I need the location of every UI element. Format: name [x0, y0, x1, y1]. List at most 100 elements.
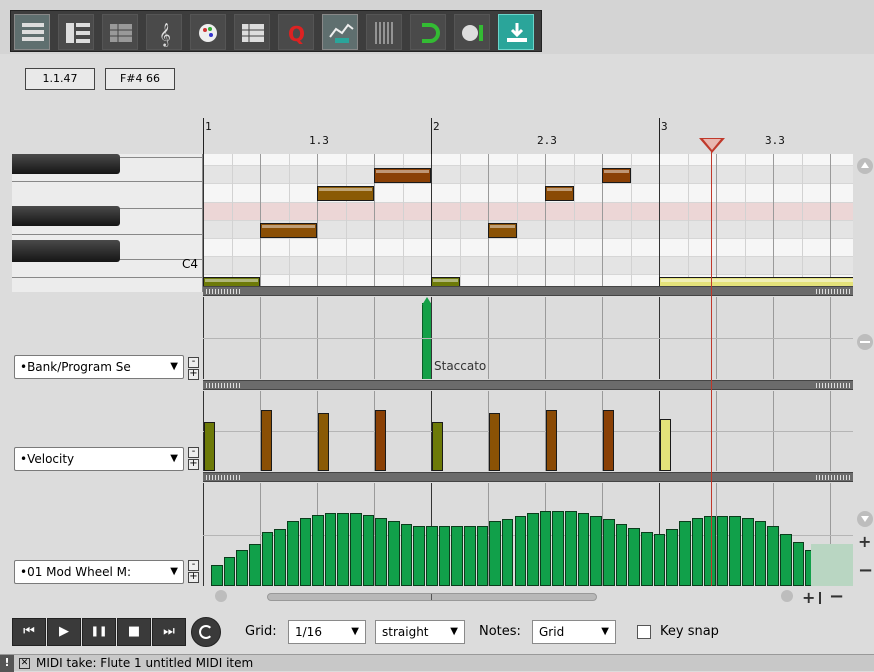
midi-note[interactable]	[374, 168, 431, 184]
midi-note[interactable]	[260, 222, 317, 238]
modwheel-bar[interactable]	[615, 523, 628, 586]
stop-button[interactable]: ■	[117, 618, 151, 646]
modwheel-bar[interactable]	[337, 513, 350, 586]
zoom-out-vertical-icon[interactable]: −	[858, 560, 873, 581]
modwheel-bar[interactable]	[425, 525, 438, 586]
midi-note[interactable]	[203, 277, 260, 286]
modwheel-bar[interactable]	[729, 516, 742, 586]
cc-curve-button[interactable]	[322, 14, 358, 50]
named-notes-view-button[interactable]	[58, 14, 94, 50]
filter-events-button[interactable]	[234, 14, 270, 50]
velocity-bar[interactable]	[660, 418, 671, 471]
scroll-left-icon[interactable]	[215, 590, 227, 602]
modwheel-bar[interactable]	[400, 523, 413, 586]
modwheel-bar[interactable]	[312, 515, 324, 586]
lane-collapse-icon[interactable]: -	[188, 560, 199, 571]
notation-view-button[interactable]: 𝄞	[146, 14, 182, 50]
modwheel-bar[interactable]	[375, 518, 388, 586]
modwheel-bar[interactable]	[742, 518, 754, 586]
modwheel-bar[interactable]	[704, 516, 716, 586]
midi-note[interactable]	[488, 222, 517, 238]
pitch-row[interactable]	[203, 239, 853, 258]
pitch-row[interactable]	[203, 257, 853, 276]
modwheel-bar[interactable]	[514, 516, 527, 586]
modwheel-bar[interactable]	[211, 565, 223, 586]
modwheel-bar[interactable]	[767, 525, 780, 586]
velocity-bar[interactable]	[375, 409, 386, 471]
lane-add-icon[interactable]: +	[188, 369, 199, 380]
midi-note[interactable]	[545, 186, 574, 202]
repeat-toggle-button[interactable]	[191, 617, 221, 647]
timeline-ruler[interactable]: 1 1.3 2 2.3 3 3.3	[203, 110, 853, 154]
velocity-bar[interactable]	[603, 409, 614, 471]
black-key[interactable]	[12, 240, 120, 262]
grid-select[interactable]: 1/16 ▼	[288, 620, 366, 644]
scroll-thumb[interactable]	[267, 593, 597, 601]
modwheel-bar[interactable]	[223, 556, 236, 586]
modwheel-bar[interactable]	[628, 527, 640, 586]
key-snap-checkbox[interactable]	[637, 625, 651, 639]
midi-note[interactable]	[659, 277, 853, 286]
velocity-lane-divider[interactable]	[203, 472, 853, 482]
modwheel-bar[interactable]	[451, 525, 463, 586]
piano-roll-view-button[interactable]	[14, 14, 50, 50]
velocity-lane-selector[interactable]: •Velocity ▼	[14, 447, 184, 471]
piano-roll-grid[interactable]	[203, 154, 853, 286]
modwheel-bar[interactable]	[590, 516, 603, 586]
modwheel-bar[interactable]	[299, 518, 312, 586]
modwheel-bar[interactable]	[413, 525, 425, 586]
pitch-row[interactable]	[203, 202, 853, 221]
modwheel-bar[interactable]	[754, 521, 767, 586]
modwheel-lane-selector[interactable]: •01 Mod Wheel M: ▼	[14, 560, 184, 584]
modwheel-bar[interactable]	[274, 528, 286, 586]
velocity-lane[interactable]	[203, 391, 853, 471]
modwheel-bar[interactable]	[236, 549, 248, 586]
play-button[interactable]: ▶	[47, 618, 81, 646]
bank-program-lane-selector[interactable]: •Bank/Program Se ▼	[14, 355, 184, 379]
show-all-takes-button[interactable]	[454, 14, 490, 50]
velocity-bar[interactable]	[318, 412, 329, 471]
modwheel-bar[interactable]	[539, 511, 552, 586]
velocity-bar[interactable]	[432, 421, 443, 471]
event-list-view-button[interactable]	[102, 14, 138, 50]
velocity-bar[interactable]	[489, 412, 500, 471]
step-input-button[interactable]	[498, 14, 534, 50]
modwheel-bar[interactable]	[350, 513, 362, 586]
notes-select[interactable]: Grid ▼	[532, 620, 616, 644]
midi-note[interactable]	[602, 168, 631, 184]
modwheel-lane[interactable]	[203, 483, 853, 586]
modwheel-bar[interactable]	[716, 516, 729, 586]
modwheel-bar[interactable]	[286, 521, 299, 586]
close-take-icon[interactable]: ✕	[19, 658, 30, 669]
lane-collapse-icon[interactable]: -	[188, 447, 199, 458]
velocity-bar[interactable]	[204, 421, 215, 471]
black-key[interactable]	[12, 154, 120, 174]
modwheel-bar[interactable]	[261, 531, 274, 586]
modwheel-bar[interactable]	[362, 515, 375, 586]
modwheel-bar[interactable]	[691, 518, 704, 586]
grid-lines-button[interactable]	[366, 14, 402, 50]
bank-program-lane[interactable]: Staccato	[203, 297, 853, 379]
modwheel-bar[interactable]	[552, 511, 565, 586]
lane-add-icon[interactable]: +	[188, 459, 199, 470]
modwheel-bar[interactable]	[388, 521, 400, 586]
pitch-row[interactable]	[203, 184, 853, 203]
bank-lane-divider[interactable]	[203, 380, 853, 390]
modwheel-bar[interactable]	[780, 533, 792, 586]
scroll-right-icon[interactable]	[781, 590, 793, 602]
modwheel-bar[interactable]	[565, 511, 577, 586]
pitch-row[interactable]	[203, 166, 853, 185]
modwheel-bar[interactable]	[248, 544, 261, 586]
color-notes-button[interactable]	[190, 14, 226, 50]
pause-button[interactable]: ❚❚	[82, 618, 116, 646]
modwheel-bar[interactable]	[489, 521, 501, 586]
modwheel-bar[interactable]	[527, 513, 539, 586]
piano-keyboard[interactable]: C4	[12, 154, 203, 292]
modwheel-bar[interactable]	[678, 521, 691, 586]
swing-select[interactable]: straight ▼	[375, 620, 465, 644]
modwheel-bar[interactable]	[501, 519, 514, 586]
modwheel-bar[interactable]	[463, 525, 476, 586]
modwheel-bar[interactable]	[653, 533, 666, 586]
modwheel-bar[interactable]	[603, 519, 615, 586]
note-lane-divider[interactable]	[203, 286, 853, 296]
